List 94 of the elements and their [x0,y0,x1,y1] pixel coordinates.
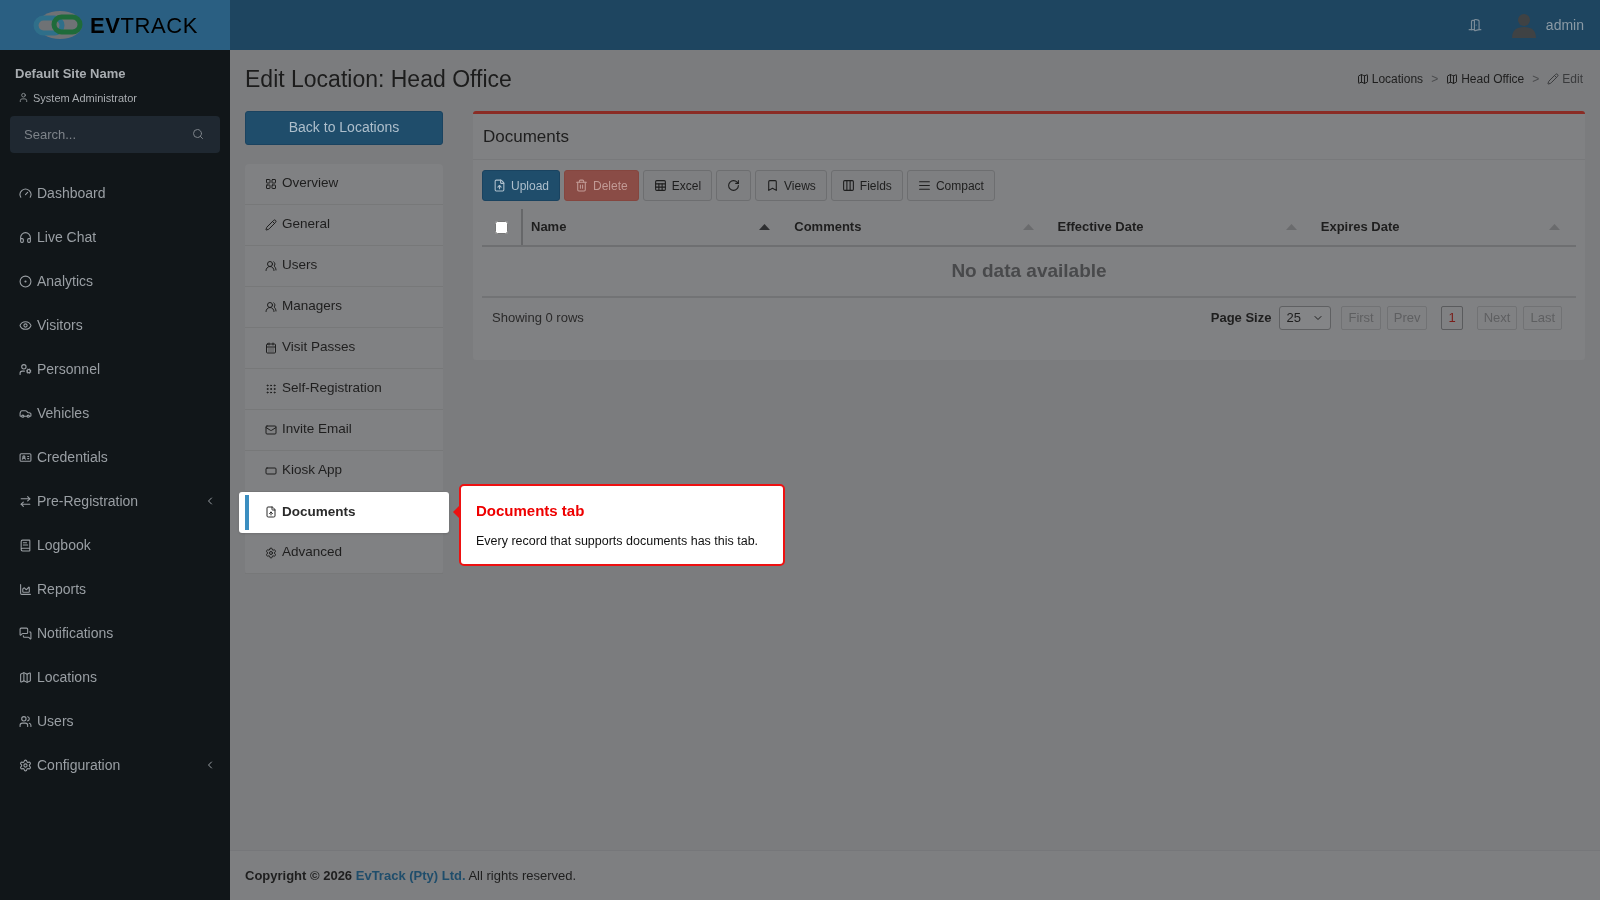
nav-item[interactable]: Vehicles [0,391,230,435]
empty-message: No data available [951,259,1107,284]
panel-title: Documents [473,113,1585,160]
page-size-label: Page Size [1210,309,1272,328]
map-icon [19,670,32,684]
users-icon [19,714,32,728]
grid-icon [265,177,277,190]
chat-icon [19,626,32,640]
select-all-checkbox[interactable] [495,220,508,234]
tab[interactable]: Overview [245,163,443,205]
nav-item[interactable]: Configuration [0,743,230,787]
target-icon [19,274,32,288]
user-role: System Administrator [33,90,137,106]
copyright-text: Copyright © 2026 EvTrack (Pty) Ltd. All rights reserved. [245,866,577,885]
breadcrumb-link[interactable]: Head Office [1446,70,1525,89]
tab[interactable]: Managers [245,286,443,328]
tab[interactable]: Kiosk App [245,450,443,492]
back-button[interactable]: Back to Locations [245,110,443,145]
file-upload-icon [493,179,506,192]
headset-icon [19,230,32,244]
refresh-button[interactable] [716,170,752,201]
map-icon [1356,73,1369,86]
breadcrumb-separator: > [1532,71,1540,89]
tab[interactable]: Self-Registration [245,368,443,410]
tab[interactable]: Invite Email [245,409,443,451]
users-icon [265,259,277,272]
column-header[interactable]: Name [523,209,787,245]
user-icon [18,92,29,104]
toolbar-button[interactable]: Compact [906,170,995,201]
tab[interactable]: Documents [239,491,449,533]
tab[interactable]: General [245,204,443,246]
chart-icon [19,582,32,596]
person-icon [19,362,32,376]
gauge-icon [19,186,32,200]
search-field[interactable]: Search... [10,116,220,153]
toolbar-button[interactable]: Upload [482,170,561,201]
breadcrumb-separator: > [1431,71,1439,89]
nav-item[interactable]: Live Chat [0,215,230,259]
nav-item[interactable]: Credentials [0,435,230,479]
page-title: Edit Location: Head Office [245,65,512,94]
columns-icon [841,179,855,192]
bookmark-icon [766,179,780,192]
page-size-select[interactable]: 25 [1279,306,1332,330]
pencil-icon [265,218,277,231]
nav-item[interactable]: Dashboard [0,171,230,215]
column-header[interactable]: Comments [786,209,1050,245]
file-upload-icon [265,506,277,518]
nav-item[interactable]: Analytics [0,259,230,303]
breadcrumb-link[interactable]: Locations [1356,70,1424,89]
pencil-icon [1547,73,1560,86]
mail-icon [265,423,277,436]
tab[interactable]: Advanced [245,532,443,574]
nav-item[interactable]: Locations [0,655,230,699]
tab[interactable]: Visit Passes [245,327,443,369]
nav-item[interactable]: Visitors [0,303,230,347]
arrows-icon [19,494,32,508]
nav-item[interactable]: Reports [0,567,230,611]
column-header[interactable]: Effective Date [1049,209,1313,245]
dots-icon [265,382,277,395]
toolbar-button[interactable]: Excel [642,170,713,201]
id-card-icon [19,450,32,464]
nav-item[interactable]: Logbook [0,523,230,567]
settings-icon [19,758,32,772]
users-icon [265,300,277,313]
lines-icon [917,179,931,192]
page-button[interactable]: 1 [1441,306,1463,330]
nav-item[interactable]: Users [0,699,230,743]
eye-icon [19,318,32,332]
row-count: Showing 0 rows [492,309,584,328]
book-icon [19,538,32,552]
nav-item[interactable]: Pre-Registration [0,479,230,523]
settings-icon [265,546,277,559]
user-name[interactable]: admin [1545,14,1584,36]
breadcrumb-link[interactable]: Edit [1547,70,1583,89]
map-icon [1446,73,1459,86]
search-icon[interactable] [192,128,204,140]
screen-icon [265,464,277,477]
tooltip-text: Every record that supports documents has this tab. [476,532,760,550]
tab[interactable]: Users [245,245,443,287]
toolbar-button[interactable]: Views [755,170,827,201]
refresh-icon [727,179,741,192]
toolbar-button[interactable]: Delete [564,170,639,201]
site-name: Default Site Name [15,65,127,83]
calendar-icon [265,341,277,354]
trash-icon [575,179,589,192]
column-header[interactable]: Expires Date [1312,209,1576,245]
nav-item[interactable]: Notifications [0,611,230,655]
table-icon [653,179,667,192]
nav-item[interactable]: Personnel [0,347,230,391]
logo-text: EVTRACK [90,11,198,40]
company-link[interactable]: EvTrack (Pty) Ltd. [355,867,466,883]
door-icon[interactable] [1467,18,1482,32]
toolbar-button[interactable]: Fields [830,170,903,201]
tooltip-title: Documents tab [476,501,586,521]
